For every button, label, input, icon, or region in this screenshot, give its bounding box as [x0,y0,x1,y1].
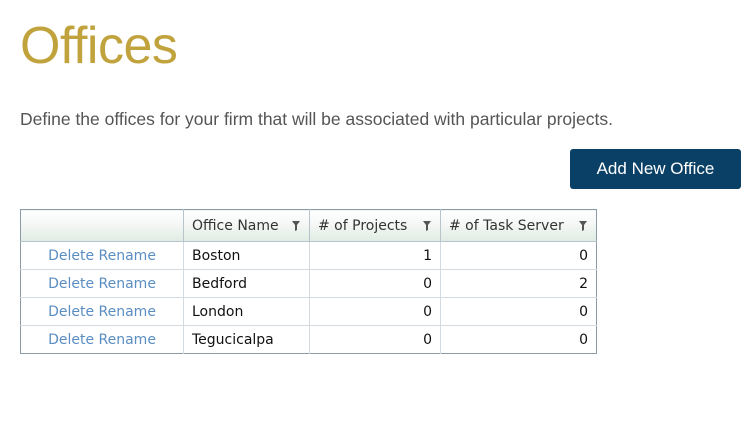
task-server-count-cell: 0 [440,297,597,326]
office-name-cell: Tegucicalpa [183,325,310,354]
row-actions: Delete Rename [20,241,184,270]
task-server-count-cell: 0 [579,331,588,348]
rename-link[interactable]: Rename [99,248,156,264]
filter-icon[interactable] [578,220,588,232]
rename-link[interactable]: Rename [99,304,156,320]
task-server-count-cell: 0 [440,241,597,270]
table-header-row: Office Name # of Projects # of Task Serv… [20,209,597,242]
rename-link[interactable]: Rename [99,276,156,292]
table-row: Delete Rename London 0 0 [20,297,597,326]
filter-icon[interactable] [422,220,432,232]
column-header-office-name[interactable]: Office Name [183,209,310,242]
delete-link[interactable]: Delete [48,248,94,264]
projects-count-cell: 1 [309,241,441,270]
column-header-label: # of Projects [318,217,408,234]
task-server-count-cell: 2 [440,269,597,298]
offices-table: Office Name # of Projects # of Task Serv… [20,209,597,354]
add-new-office-button[interactable]: Add New Office [570,149,741,189]
column-header-actions [20,209,184,242]
office-name-cell: Boston [183,241,310,270]
office-name-cell: Bedford [183,269,310,298]
table-row: Delete Rename Bedford 0 2 [20,269,597,298]
office-name-cell: London [183,297,310,326]
projects-count-cell: 0 [309,269,441,298]
table-row: Delete Rename Tegucicalpa 0 0 [20,325,597,354]
row-actions: Delete Rename [20,269,184,298]
projects-count-cell: 0 [309,325,441,354]
row-actions: Delete Rename [20,325,184,354]
rename-link[interactable]: Rename [99,332,156,348]
row-actions: Delete Rename [20,297,184,326]
column-header-label: Office Name [192,217,279,234]
delete-link[interactable]: Delete [48,304,94,320]
column-header-projects[interactable]: # of Projects [309,209,441,242]
projects-count-cell: 0 [309,297,441,326]
delete-link[interactable]: Delete [48,276,94,292]
table-row: Delete Rename Boston 1 0 [20,241,597,270]
filter-icon[interactable] [291,220,301,232]
delete-link[interactable]: Delete [48,332,94,348]
page-description: Define the offices for your firm that wi… [20,109,613,129]
column-header-label: # of Task Server [449,217,564,234]
page-title: Offices [20,17,178,75]
column-header-task-server[interactable]: # of Task Server [440,209,597,242]
